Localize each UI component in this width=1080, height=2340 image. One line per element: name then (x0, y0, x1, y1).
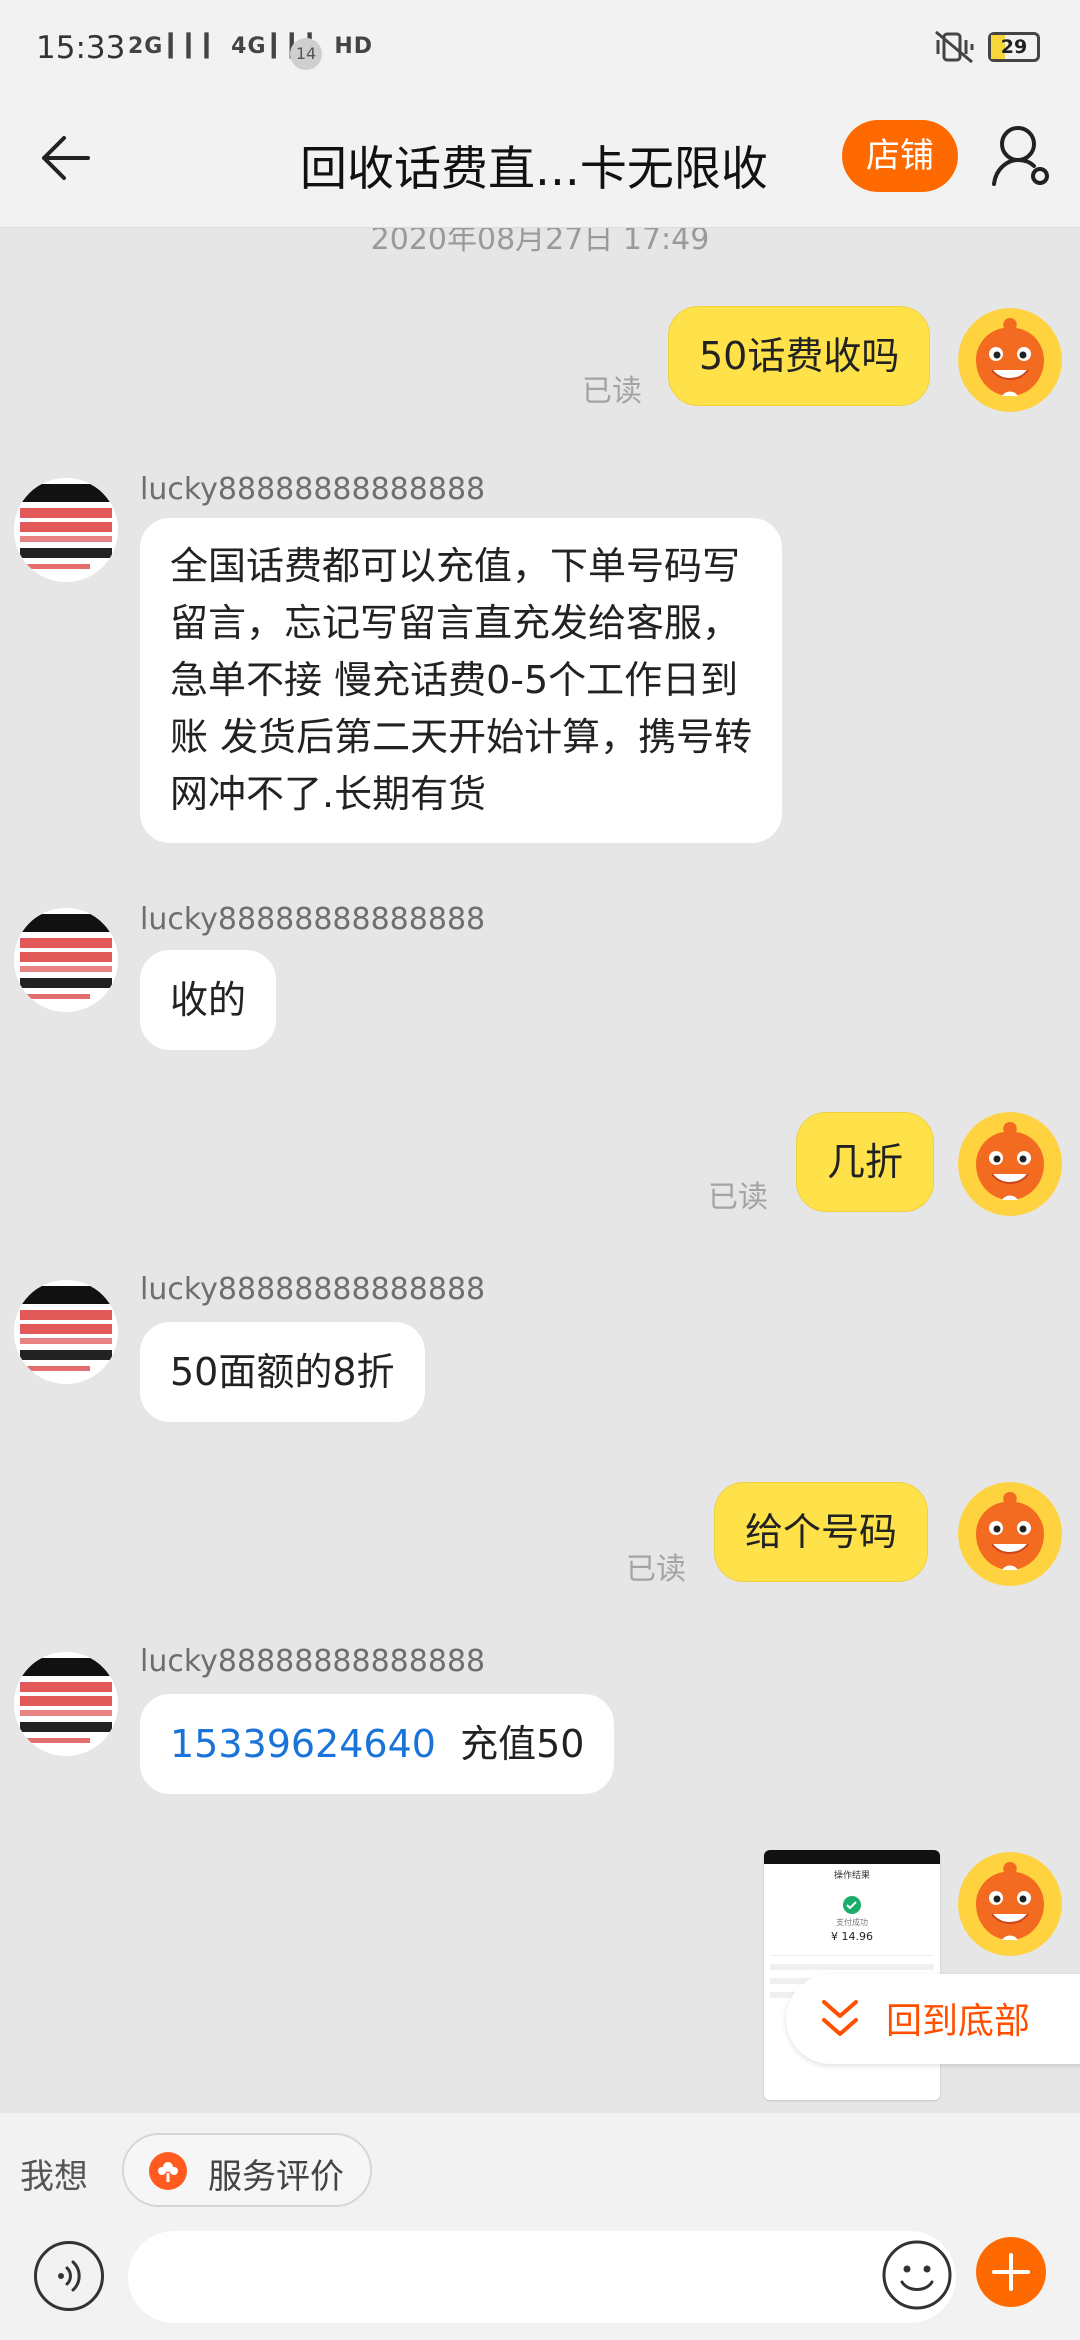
screenshot-amount: ¥ 14.96 (831, 1930, 873, 1943)
status-right: 29 (934, 30, 1040, 64)
mascot-avatar-icon (958, 1482, 1062, 1586)
message-line: 留言，忘记写留言直充发给客服， (170, 601, 741, 645)
my-message-bubble[interactable]: 50话费收吗 (668, 306, 931, 406)
vibrate-mute-icon (935, 30, 974, 64)
flower-icon (149, 2152, 187, 2190)
my-avatar[interactable] (958, 1112, 1062, 1216)
jump-to-bottom-label: 回到底部 (886, 2001, 1031, 2042)
seller-username: lucky88888888888888 (140, 902, 486, 937)
read-receipt: 已读 (626, 1552, 686, 1587)
mascot-avatar-icon (958, 308, 1062, 412)
chat-title: 回收话费直...卡无限收 (300, 142, 768, 197)
message-timestamp: 2020年08月27日 17:49 (370, 228, 710, 257)
service-review-label: 服务评价 (208, 2157, 344, 2197)
seller-logo-icon (14, 1280, 118, 1384)
double-chevron-down-icon (822, 2000, 858, 2036)
user-settings-icon[interactable] (990, 122, 1054, 190)
status-time: 15:33 (36, 30, 126, 66)
voice-input-button[interactable] (34, 2241, 104, 2311)
phone-number-link[interactable]: 15339624640 (170, 1722, 436, 1766)
service-review-button[interactable]: 服务评价 (122, 2133, 372, 2207)
seller-username: lucky88888888888888 (140, 1272, 486, 1307)
message-line: 急单不接 慢充话费0-5个工作日到 (170, 658, 739, 702)
seller-logo-icon (14, 478, 118, 582)
my-avatar[interactable] (958, 1852, 1062, 1956)
seller-avatar[interactable] (14, 1280, 118, 1384)
my-message-bubble[interactable]: 给个号码 (714, 1482, 929, 1582)
notification-badge: 14 (290, 38, 322, 70)
status-bar: 15:33 2G ▎▎▎ 4G ▎▎▎ HD 14 29 (0, 0, 1080, 100)
my-message-bubble[interactable]: 几折 (796, 1112, 935, 1212)
seller-message-bubble[interactable]: 全国话费都可以充值，下单号码写 留言，忘记写留言直充发给客服， 急单不接 慢充话… (140, 518, 783, 843)
message-input[interactable] (128, 2231, 956, 2323)
battery-level: 29 (1000, 36, 1028, 58)
more-actions-button[interactable] (976, 2237, 1046, 2307)
mascot-avatar-icon (958, 1112, 1062, 1216)
quick-reply-label: 我想 (20, 2157, 88, 2197)
chat-messages[interactable]: 2020年08月27日 17:49 已读 50话费收吗 lucky8888888… (0, 228, 1080, 2113)
emoji-icon[interactable] (880, 2238, 954, 2312)
plus-icon (992, 2253, 1030, 2291)
seller-message-bubble[interactable]: 50面额的8折 (140, 1322, 425, 1422)
seller-avatar[interactable] (14, 478, 118, 582)
read-receipt: 已读 (708, 1180, 768, 1215)
seller-username: lucky88888888888888 (140, 472, 486, 507)
my-avatar[interactable] (958, 1482, 1062, 1586)
message-line: 全国话费都可以充值，下单号码写 (170, 544, 741, 588)
read-receipt: 已读 (582, 374, 642, 409)
my-avatar[interactable] (958, 308, 1062, 412)
input-area: 我想 服务评价 (0, 2113, 1080, 2340)
seller-username: lucky88888888888888 (140, 1644, 486, 1679)
voice-icon (58, 2260, 81, 2292)
back-arrow-icon[interactable] (34, 128, 94, 188)
check-circle-icon (843, 1896, 861, 1914)
chat-header: 回收话费直...卡无限收 店铺 (0, 100, 1080, 228)
jump-to-bottom-button[interactable]: 回到底部 (786, 1974, 1080, 2064)
seller-logo-icon (14, 1652, 118, 1756)
mascot-avatar-icon (958, 1852, 1062, 1956)
seller-message-bubble[interactable]: 15339624640 充值50 (140, 1694, 615, 1794)
message-line: 账 发货后第二天开始计算，携号转 (170, 715, 753, 759)
shop-button[interactable]: 店铺 (842, 120, 958, 192)
seller-avatar[interactable] (14, 1652, 118, 1756)
screenshot-title: 操作结果 (833, 1871, 870, 1881)
signal-indicators: 2G ▎▎▎ 4G ▎▎▎ HD (128, 34, 374, 59)
message-text: 充值50 (460, 1722, 585, 1766)
screenshot-status: 支付成功 (836, 1918, 868, 1927)
seller-logo-icon (14, 908, 118, 1012)
battery-icon: 29 (988, 32, 1040, 62)
seller-avatar[interactable] (14, 908, 118, 1012)
seller-message-bubble[interactable]: 收的 (140, 950, 277, 1050)
message-line: 网冲不了.长期有货 (170, 772, 487, 816)
